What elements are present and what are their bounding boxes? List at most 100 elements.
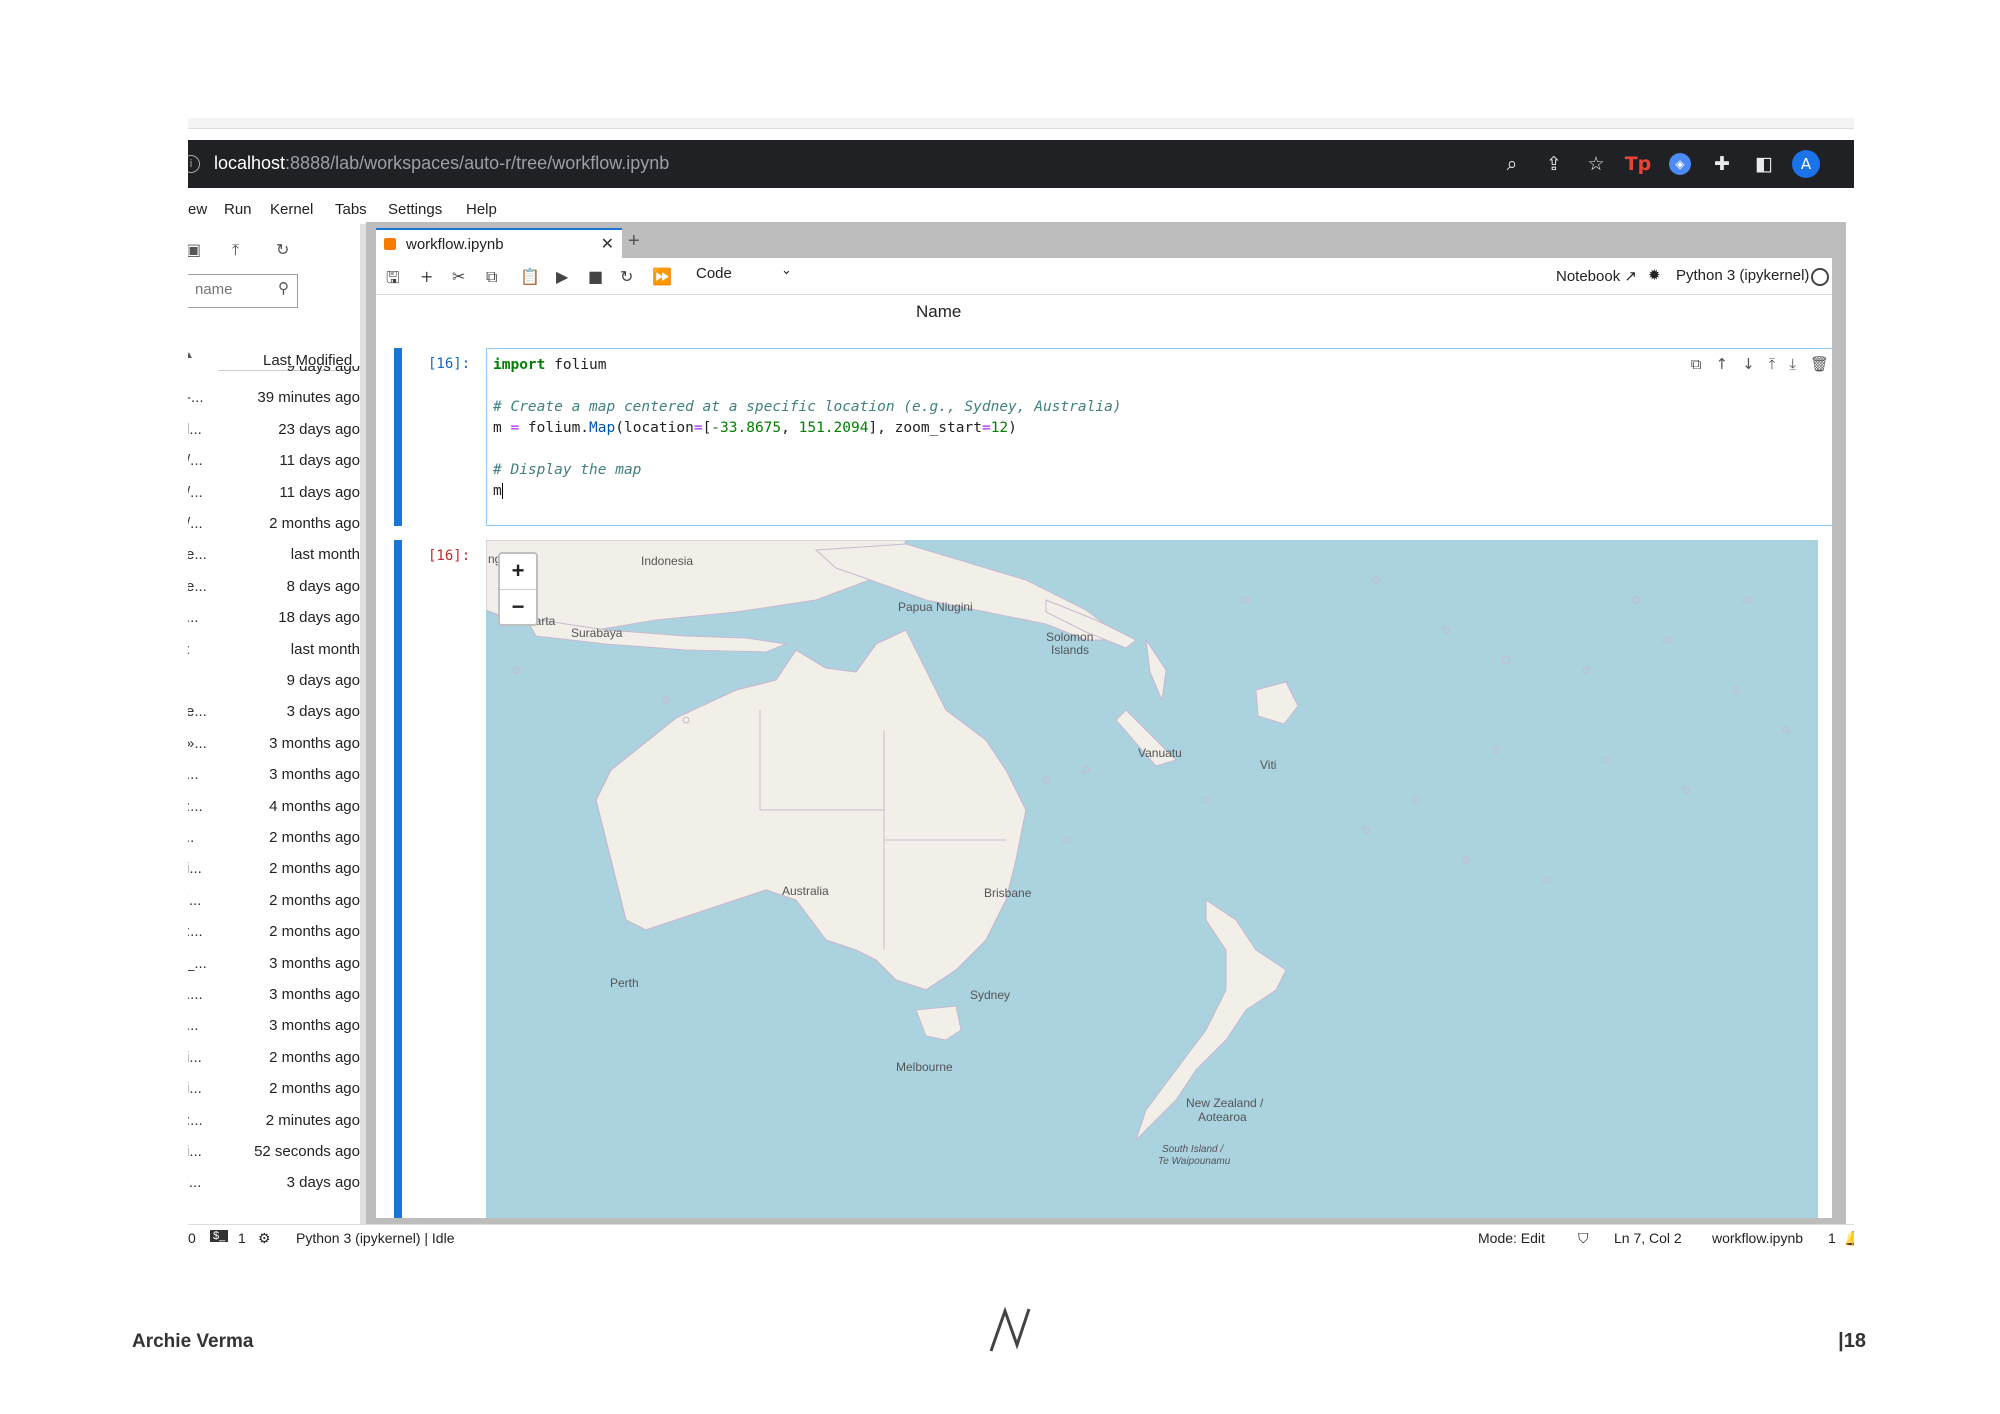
terminal-count[interactable]: 1: [238, 1230, 246, 1246]
file-name: i...: [188, 860, 202, 878]
refresh-icon[interactable]: ↻: [276, 240, 289, 259]
map-label-sydney: Sydney: [970, 988, 1011, 1002]
insert-below-icon[interactable]: ⤓: [1789, 355, 1796, 373]
filebrowser-filter[interactable]: ⚲: [188, 274, 298, 308]
file-row[interactable]: i... 2 months ago: [188, 858, 360, 889]
file-row[interactable]: i... 52 seconds ago: [188, 1141, 360, 1172]
upload-icon[interactable]: ⤒: [232, 240, 239, 260]
output-prompt: [16]:: [428, 548, 471, 564]
file-row[interactable]: ... 18 days ago: [188, 607, 360, 638]
move-down-icon[interactable]: ↓: [1742, 355, 1755, 373]
share-icon[interactable]: ⇪: [1540, 150, 1568, 178]
duplicate-cell-icon[interactable]: ⧉: [1691, 355, 1702, 373]
file-row[interactable]: 9 days ago: [188, 670, 360, 701]
open-notebook-link[interactable]: Notebook ↗: [1556, 267, 1637, 285]
file-row[interactable]: 9 days ago: [188, 366, 360, 387]
save-icon[interactable]: 🖫: [386, 267, 400, 294]
status-count-left[interactable]: 0: [188, 1230, 196, 1246]
extensions-puzzle-icon[interactable]: ✚: [1708, 150, 1736, 178]
file-modified: 2 months ago: [269, 515, 360, 532]
insert-cell-icon[interactable]: +: [420, 267, 433, 286]
file-row[interactable]: ... 3 months ago: [188, 764, 360, 795]
move-up-icon[interactable]: ↑: [1716, 355, 1729, 373]
profile-avatar[interactable]: A: [1792, 150, 1820, 178]
file-name: ...: [188, 609, 199, 627]
menu-tabs[interactable]: Tabs: [335, 201, 367, 218]
close-tab-icon[interactable]: ✕: [601, 234, 614, 254]
file-row[interactable]: '... 3 days ago: [188, 1172, 360, 1203]
file-row[interactable]: ... 3 months ago: [188, 1015, 360, 1046]
file-modified: 3 months ago: [269, 734, 360, 752]
tab-workflow-notebook[interactable]: workflow.ipynb ✕: [376, 228, 622, 260]
file-row[interactable]: .. 2 months ago: [188, 827, 360, 858]
file-row[interactable]: -... 39 minutes ago: [188, 387, 360, 418]
cut-icon[interactable]: ✂: [452, 267, 465, 286]
file-row[interactable]: /... 2 months ago: [188, 513, 360, 544]
zoom-icon[interactable]: ⌕: [1498, 150, 1526, 178]
menu-kernel[interactable]: Kernel: [270, 201, 313, 218]
file-row[interactable]: :... 2 minutes ago: [188, 1110, 360, 1141]
code-editor[interactable]: import folium # Create a map centered at…: [486, 348, 1832, 526]
new-tab-button[interactable]: +: [628, 230, 640, 253]
file-row[interactable]: .... 3 months ago: [188, 984, 360, 1015]
file-row[interactable]: :... 4 months ago: [188, 796, 360, 827]
insert-above-icon[interactable]: ⤒: [1769, 355, 1776, 373]
file-row[interactable]: »... 3 months ago: [188, 733, 360, 764]
terminal-icon: $_: [210, 1230, 229, 1242]
filter-input[interactable]: [193, 280, 267, 299]
menu-help[interactable]: Help: [466, 201, 497, 218]
file-modified: 3 days ago: [286, 1174, 360, 1192]
cell-type-select[interactable]: Code ⌄: [696, 263, 792, 282]
notebook-toolbar: 🖫 + ✂ ⧉ 📋 ▶ ■ ↻ ⏩ Code ⌄ Notebook ↗ ✹ Pyt…: [376, 258, 1832, 295]
file-row[interactable]: /... 11 days ago: [188, 482, 360, 513]
notification-count[interactable]: 1: [1828, 1230, 1836, 1246]
code-content[interactable]: import folium # Create a map centered at…: [493, 355, 1122, 502]
run-all-icon[interactable]: ⏩: [652, 267, 672, 286]
file-modified: 3 days ago: [286, 703, 360, 721]
paste-icon[interactable]: 📋: [520, 267, 540, 286]
folium-map[interactable]: + − ng Indonesia Jakarta Surabaya Papua …: [486, 540, 1818, 1218]
file-row[interactable]: e... 8 days ago: [188, 576, 360, 607]
url-text[interactable]: localhost:8888/lab/workspaces/auto-r/tre…: [214, 153, 669, 174]
map-label-melbourne: Melbourne: [896, 1060, 953, 1074]
extension-blue-icon[interactable]: ◈: [1666, 150, 1694, 178]
cursor-position[interactable]: Ln 7, Col 2: [1614, 1230, 1682, 1246]
file-name: ....: [188, 986, 203, 1003]
map-label-surabaya: Surabaya: [571, 626, 623, 640]
filebrowser-toolbar: ▣ ⤒ ↻: [188, 230, 358, 270]
debugger-bug-icon[interactable]: ✹: [1648, 266, 1661, 284]
sort-arrow-icon[interactable]: ▲: [188, 350, 194, 361]
menu-settings[interactable]: Settings: [388, 201, 442, 218]
restart-icon[interactable]: ↻: [620, 267, 633, 286]
file-row[interactable]: i... 2 months ago: [188, 1047, 360, 1078]
run-icon[interactable]: ▶: [556, 267, 568, 286]
delete-cell-icon[interactable]: 🗑: [1810, 355, 1829, 373]
copy-icon[interactable]: ⧉: [486, 267, 497, 287]
menu-run[interactable]: Run: [224, 201, 252, 218]
file-row[interactable]: _... 3 months ago: [188, 953, 360, 984]
site-info-icon[interactable]: i: [188, 155, 200, 173]
zoom-in-button[interactable]: +: [500, 554, 536, 590]
bell-icon[interactable]: 🔔: [1844, 1230, 1854, 1246]
file-row[interactable]: : last month: [188, 639, 360, 670]
new-folder-icon[interactable]: ▣: [188, 240, 201, 259]
browser-address-bar[interactable]: i localhost:8888/lab/workspaces/auto-r/t…: [188, 140, 1854, 188]
file-row[interactable]: :... 2 months ago: [188, 921, 360, 952]
file-row[interactable]: i... 2 months ago: [188, 1078, 360, 1109]
menu-view[interactable]: ew: [188, 201, 207, 218]
file-modified: 3 months ago: [269, 1017, 360, 1035]
file-row[interactable]: e... last month: [188, 544, 360, 575]
extension-tp-icon[interactable]: Tp: [1624, 150, 1652, 178]
zoom-out-button[interactable]: −: [500, 590, 536, 625]
file-row[interactable]: '... 2 months ago: [188, 890, 360, 921]
kernel-name[interactable]: Python 3 (ipykernel): [1676, 267, 1809, 284]
side-panel-icon[interactable]: ◧: [1750, 150, 1778, 178]
kernel-gear-icon[interactable]: ⚙: [258, 1230, 271, 1246]
kernel-status-text[interactable]: Python 3 (ipykernel) | Idle: [296, 1230, 455, 1246]
stop-icon[interactable]: ■: [588, 267, 603, 286]
file-row[interactable]: e... 3 days ago: [188, 701, 360, 732]
status-filename: workflow.ipynb: [1712, 1230, 1804, 1246]
file-row[interactable]: l... 23 days ago: [188, 419, 360, 450]
file-row[interactable]: /... 11 days ago: [188, 450, 360, 481]
bookmark-star-icon[interactable]: ☆: [1582, 150, 1610, 178]
